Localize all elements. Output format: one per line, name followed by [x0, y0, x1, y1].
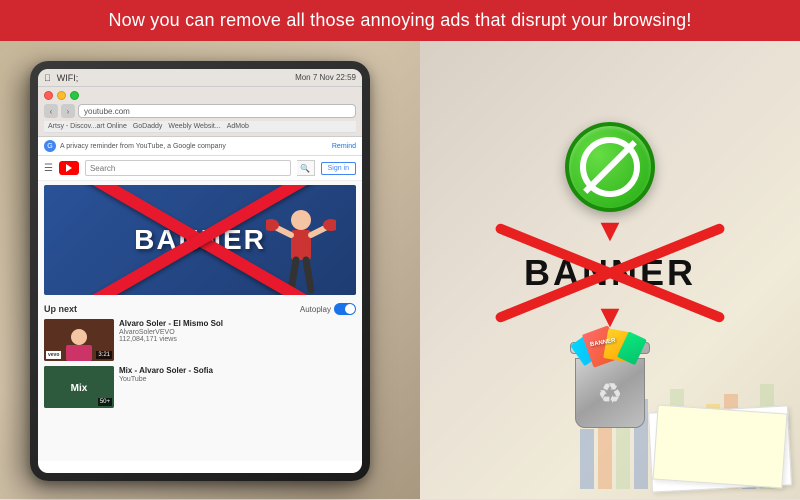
- video-thumbnail-1: vevo 3:21: [44, 319, 114, 361]
- video-title-2: Mix - Alvaro Soler - Sofia: [119, 366, 356, 376]
- close-button[interactable]: [44, 91, 53, 100]
- recycle-symbol: ♻: [597, 377, 622, 410]
- address-bar[interactable]: youtube.com: [78, 104, 356, 118]
- video-thumbnail-2: Mix 50+: [44, 366, 114, 408]
- toggle-circle: [345, 304, 355, 314]
- video-title-1: Alvaro Soler - El Mismo Sol: [119, 319, 356, 329]
- search-input[interactable]: [85, 160, 291, 176]
- autoplay-toggle[interactable]: [334, 303, 356, 315]
- search-button[interactable]: 🔍: [297, 160, 315, 176]
- minimize-button[interactable]: [57, 91, 66, 100]
- video-count-badge: 50+: [98, 398, 112, 406]
- maximize-button[interactable]: [70, 91, 79, 100]
- bookmark-3[interactable]: Weebly Websit...: [168, 123, 220, 130]
- video-item-2[interactable]: Mix 50+ Mix - Alvaro Soler - Sofia YouTu…: [44, 366, 356, 408]
- svg-text:Mix: Mix: [71, 383, 88, 394]
- tablet-outer:  WIFI; Mon 7 Nov 22:59 ‹: [30, 61, 370, 481]
- back-button[interactable]: ‹: [44, 104, 58, 118]
- video-info-2: Mix - Alvaro Soler - Sofia YouTube: [119, 366, 356, 408]
- video-views-1: 112,084,171 views: [119, 336, 356, 343]
- banner-ad: BANNER: [44, 185, 356, 295]
- hamburger-menu-icon[interactable]: ☰: [44, 163, 53, 174]
- url-text: youtube.com: [84, 107, 130, 116]
- right-section: ▼ BANNER ▼: [420, 41, 800, 499]
- up-next-header: Up next Autoplay: [44, 303, 356, 315]
- banner-x-overlay: [503, 243, 717, 303]
- header-text: Now you can remove all those annoying ad…: [108, 10, 691, 30]
- bookmark-1[interactable]: Artsy - Discov...art Online: [48, 123, 127, 130]
- left-section:  WIFI; Mon 7 Nov 22:59 ‹: [0, 41, 420, 499]
- browser-chrome: ‹ › youtube.com Artsy - Discov...art Onl…: [38, 87, 362, 137]
- menubar-clock: Mon 7 Nov 22:59: [295, 73, 356, 82]
- video-info-1: Alvaro Soler - El Mismo Sol AlvaroSolerV…: [119, 319, 356, 361]
- privacy-notice: G A privacy reminder from YouTube, a Goo…: [38, 137, 362, 156]
- tablet-screen:  WIFI; Mon 7 Nov 22:59 ‹: [38, 69, 362, 473]
- trash-area: BANNER ♻: [570, 338, 650, 428]
- up-next-label: Up next: [44, 304, 77, 314]
- bookmark-2[interactable]: GoDaddy: [133, 123, 163, 130]
- video-channel-1: AlvaroSolerVEVO: [119, 329, 356, 336]
- autoplay-label: Autoplay: [300, 305, 331, 314]
- no-ads-icon: [565, 122, 655, 212]
- tablet-mockup:  WIFI; Mon 7 Nov 22:59 ‹: [30, 61, 370, 481]
- privacy-text: A privacy reminder from YouTube, a Googl…: [60, 143, 226, 150]
- vevo-badge: vevo: [46, 351, 61, 359]
- browser-nav: ‹ › youtube.com: [44, 104, 356, 118]
- ad-removal-diagram: ▼ BANNER ▼: [508, 122, 712, 428]
- trash-can: BANNER ♻: [570, 338, 650, 428]
- google-shield-icon: G: [44, 140, 56, 152]
- red-x-overlay: [44, 185, 356, 295]
- autoplay-toggle-area[interactable]: Autoplay: [300, 303, 356, 315]
- youtube-play-icon: [66, 164, 72, 172]
- apple-menu-icon: : [44, 73, 51, 83]
- x-line-2: [44, 185, 356, 295]
- menubar-left:  WIFI;: [44, 73, 78, 83]
- up-next-section: Up next Autoplay: [38, 299, 362, 417]
- video-duration-1: 3:21: [96, 351, 112, 359]
- youtube-logo[interactable]: [59, 161, 79, 175]
- banner-crossed: BANNER: [508, 248, 712, 298]
- page-content: G A privacy reminder from YouTube, a Goo…: [38, 137, 362, 461]
- video-item-1[interactable]: vevo 3:21 Alvaro Soler - El Mismo Sol Al…: [44, 319, 356, 361]
- menubar:  WIFI; Mon 7 Nov 22:59: [38, 69, 362, 87]
- header-banner: Now you can remove all those annoying ad…: [0, 0, 800, 41]
- wifi-icon: WIFI;: [57, 73, 79, 83]
- remind-text: Remind: [332, 143, 356, 150]
- bookmark-4[interactable]: AdMob: [227, 123, 249, 130]
- trash-papers: BANNER: [578, 348, 642, 373]
- bookmarks-bar: Artsy - Discov...art Online GoDaddy Weeb…: [44, 121, 356, 133]
- main-content:  WIFI; Mon 7 Nov 22:59 ‹: [0, 41, 800, 499]
- forward-button[interactable]: ›: [61, 104, 75, 118]
- no-symbol: [580, 137, 640, 197]
- arrow-down-2: ▼: [594, 300, 626, 332]
- youtube-header: ☰ 🔍 Sign in: [38, 156, 362, 181]
- arrow-down-1: ▼: [594, 214, 626, 246]
- browser-window-controls: [44, 91, 356, 100]
- sign-in-button[interactable]: Sign in: [321, 162, 356, 175]
- video-channel-2: YouTube: [119, 376, 356, 383]
